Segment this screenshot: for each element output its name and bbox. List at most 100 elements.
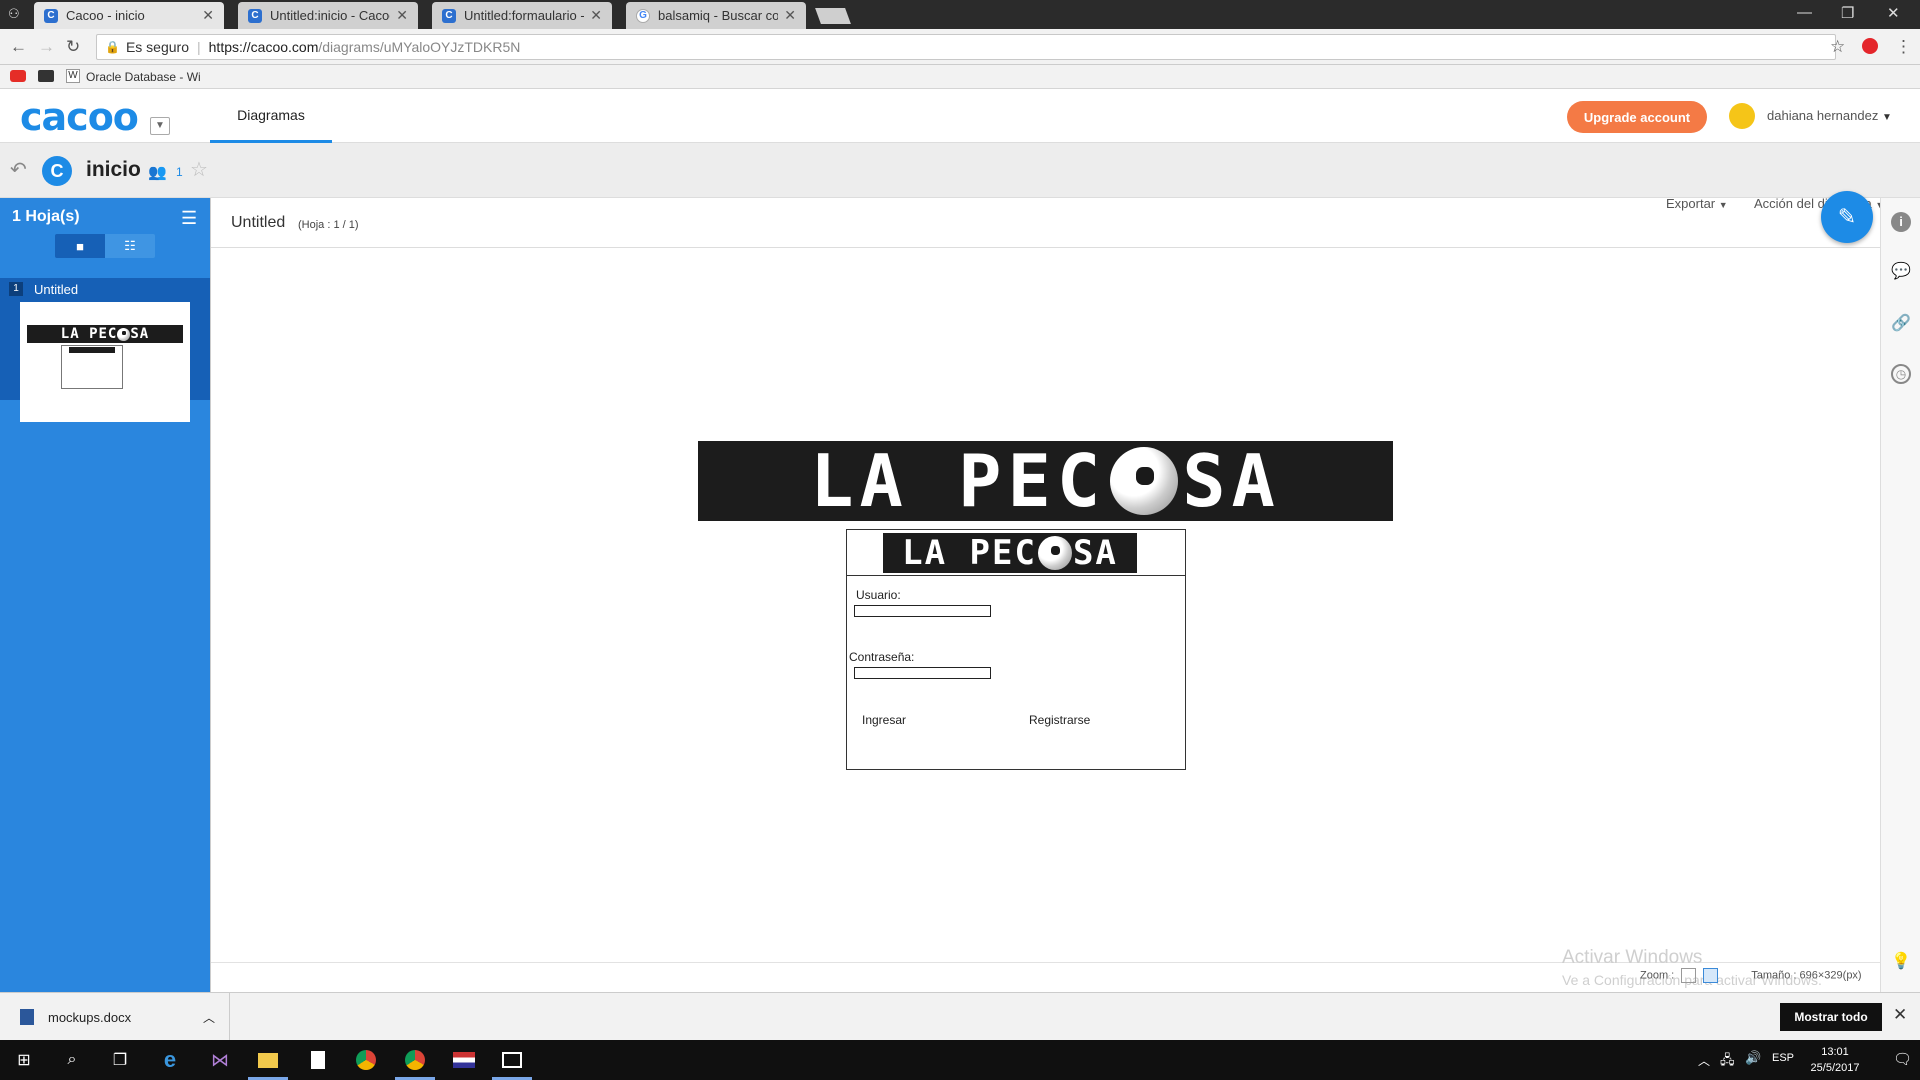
close-downloads-icon[interactable]: ✕ (1893, 1005, 1907, 1025)
language-indicator[interactable]: ESP (1772, 1052, 1794, 1064)
user-name: dahiana hernandez (1767, 108, 1879, 123)
ingresar-button[interactable]: Ingresar (862, 713, 906, 727)
file-icon[interactable] (306, 1048, 330, 1072)
download-item[interactable]: mockups.docx ︿ (20, 993, 230, 1041)
restore-icon[interactable]: ❐ (1841, 4, 1854, 22)
thumbnail-login-banner (69, 347, 115, 353)
link-icon[interactable]: 🔗 (1891, 314, 1911, 334)
forward-icon[interactable]: → (38, 37, 55, 57)
list-icon: ☷ (124, 238, 136, 253)
search-icon[interactable]: ⌕ (60, 1048, 84, 1072)
cacoo-favicon-icon: C (442, 8, 456, 23)
favorite-star-icon[interactable]: ☆ (190, 157, 208, 182)
zoom-fit-button[interactable] (1703, 968, 1719, 983)
members-icon[interactable]: 👥 (148, 163, 167, 181)
comment-icon[interactable]: 💬 (1891, 262, 1911, 282)
login-banner-text: LA PEC (902, 533, 1037, 573)
back-icon[interactable]: ← (10, 37, 27, 57)
close-tab-icon[interactable]: ✕ (590, 7, 602, 24)
bb-icon[interactable] (38, 70, 54, 82)
close-tab-icon[interactable]: ✕ (784, 7, 796, 24)
close-tab-icon[interactable]: ✕ (396, 7, 408, 24)
bookmark-star-icon[interactable]: ☆ (1830, 37, 1845, 57)
caret-down-icon: ▼ (1718, 200, 1728, 210)
registrarse-button[interactable]: Registrarse (1029, 713, 1090, 727)
avatar[interactable] (1729, 103, 1755, 129)
cacoo-favicon-icon: C (248, 8, 262, 23)
clock[interactable]: 13:01 25/5/2017 (1800, 1044, 1870, 1076)
address-bar-row: ← → ↻ 🔒 Es seguro | https://cacoo.com/di… (0, 29, 1920, 65)
cacoo-logo[interactable]: cacoo (20, 95, 139, 139)
photos-icon[interactable] (500, 1048, 524, 1072)
chevron-up-icon[interactable]: ︿ (203, 1009, 215, 1026)
zoom-label: Zoom : (1640, 969, 1675, 982)
list-view-button[interactable]: ☷ (105, 234, 155, 258)
youtube-icon[interactable] (10, 70, 26, 82)
chevron-down-icon[interactable]: ▼ (150, 117, 170, 135)
view-toggle: ■ ☷ (55, 234, 155, 258)
page-title[interactable]: inicio (86, 158, 141, 182)
hint-icon[interactable]: 💡 (1891, 952, 1911, 972)
usuario-label: Usuario: (856, 588, 901, 602)
sheet-menu-icon[interactable]: ☰ (181, 208, 197, 229)
tab-diagramas[interactable]: Diagramas (210, 89, 332, 143)
task-view-icon[interactable]: ❐ (108, 1048, 132, 1072)
login-form[interactable]: LA PEC SA Usuario: Contraseña: Ingresar R… (846, 529, 1186, 770)
visual-studio-icon[interactable]: ⋈ (208, 1048, 232, 1072)
chrome-icon[interactable] (354, 1048, 378, 1072)
upgrade-account-button[interactable]: Upgrade account (1567, 101, 1707, 133)
login-banner-text: SA (1072, 533, 1118, 573)
user-menu[interactable]: dahiana hernandez ▼ (1767, 108, 1892, 123)
canvas-status: Zoom : Tamaño : 696×329(px) (1640, 968, 1862, 983)
windows-start-icon[interactable]: ⊞ (12, 1048, 36, 1072)
url-host: https://cacoo.com (208, 39, 319, 55)
sheet-item[interactable]: 1 Untitled LA PEC SA (0, 278, 210, 422)
thumbnail-banner-text: LA PEC (60, 326, 118, 342)
notifications-icon[interactable]: 🗨 (1893, 1050, 1912, 1068)
close-window-icon[interactable]: ✕ (1887, 4, 1900, 22)
downloads-bar: mockups.docx ︿ Mostrar todo ✕ (0, 992, 1920, 1041)
volume-icon[interactable]: 🔊 (1745, 1050, 1761, 1066)
show-all-button[interactable]: Mostrar todo (1780, 1003, 1882, 1031)
soccer-ball-icon (1037, 536, 1072, 570)
sheet-thumbnail[interactable]: LA PEC SA (20, 302, 190, 422)
url-input[interactable]: 🔒 Es seguro | https://cacoo.com/diagrams… (96, 34, 1836, 60)
close-tab-icon[interactable]: ✕ (202, 7, 214, 24)
info-icon[interactable]: i (1891, 212, 1911, 232)
browser-tab[interactable]: C Cacoo - inicio ✕ (34, 2, 224, 29)
password-input[interactable] (854, 667, 991, 679)
sheet-number: 1 (9, 282, 23, 296)
soccer-ball-icon (1110, 447, 1179, 515)
tab-title: Cacoo - inicio (66, 8, 145, 23)
usuario-input[interactable] (854, 605, 991, 617)
browser-tab[interactable]: G balsamiq - Buscar con G ✕ (626, 2, 806, 29)
new-tab-button[interactable] (815, 8, 851, 24)
reload-icon[interactable]: ↻ (66, 37, 80, 57)
export-menu[interactable]: Exportar ▼ (1666, 196, 1728, 211)
extension-icon[interactable] (1862, 38, 1878, 54)
edge-icon[interactable]: e (158, 1047, 182, 1072)
minimize-icon[interactable]: — (1797, 4, 1812, 21)
caret-down-icon: ▼ (1881, 112, 1892, 123)
file-explorer-icon[interactable] (256, 1048, 280, 1072)
browser-tab[interactable]: C Untitled:inicio - Cacoo ✕ (238, 2, 418, 29)
bookmark-oracle[interactable]: Oracle Database - Wi (86, 70, 201, 84)
grid-icon: ■ (76, 238, 84, 254)
browser-tab[interactable]: C Untitled:formaulario - Ca ✕ (432, 2, 612, 29)
app-icon[interactable] (452, 1048, 476, 1072)
export-menu-label: Exportar (1666, 196, 1716, 211)
tab-title: Untitled:inicio - Cacoo (270, 8, 391, 23)
history-icon[interactable]: ◷ (1891, 364, 1911, 384)
google-favicon-icon: G (636, 8, 650, 23)
network-icon[interactable]: 🖧 (1720, 1051, 1735, 1073)
thumbnail-view-button[interactable]: ■ (55, 234, 105, 258)
tray-chevron-icon[interactable]: ︿ (1698, 1052, 1710, 1069)
bookmarks-bar: W Oracle Database - Wi (0, 65, 1920, 89)
undo-icon[interactable]: ↶ (10, 157, 27, 182)
edit-diagram-button[interactable]: ✎ (1821, 191, 1873, 243)
chrome-menu-icon[interactable]: ⋮ (1895, 37, 1912, 57)
la-pecosa-banner[interactable]: LA PEC SA (698, 439, 1393, 523)
page-count: (Hoja : 1 / 1) (298, 219, 359, 231)
chrome-icon[interactable] (403, 1048, 427, 1072)
zoom-out-button[interactable] (1681, 968, 1697, 983)
